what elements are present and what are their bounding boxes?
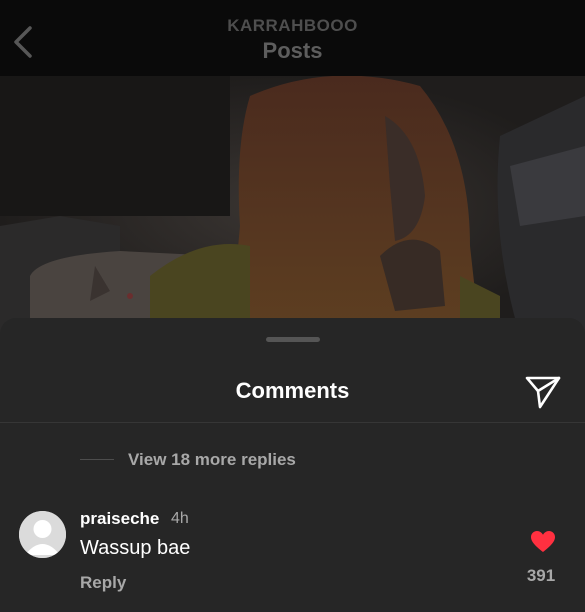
avatar[interactable] [19, 511, 66, 558]
comment-timestamp: 4h [171, 510, 189, 527]
replies-line [80, 459, 114, 460]
paper-plane-icon [525, 376, 561, 409]
post-image [0, 76, 585, 336]
reply-button[interactable]: Reply [80, 573, 126, 593]
top-bar: KARRAHBOOO Posts [0, 0, 585, 76]
view-more-replies-link[interactable]: View 18 more replies [128, 450, 296, 470]
default-avatar-icon [19, 511, 66, 558]
profile-username: KARRAHBOOO [227, 16, 358, 35]
comment-username[interactable]: praiseche [80, 509, 159, 529]
like-count: 391 [526, 566, 556, 585]
divider [0, 422, 585, 423]
drag-handle[interactable] [266, 337, 320, 342]
heart-filled-icon [531, 531, 555, 552]
page-title: Posts [262, 38, 323, 63]
comment-text: Wassup bae [80, 537, 191, 559]
sheet-title: Comments [235, 378, 350, 403]
share-button[interactable] [524, 374, 562, 410]
comments-sheet: Comments View 18 more replies praiseche … [0, 318, 585, 612]
like-button[interactable] [530, 530, 556, 554]
